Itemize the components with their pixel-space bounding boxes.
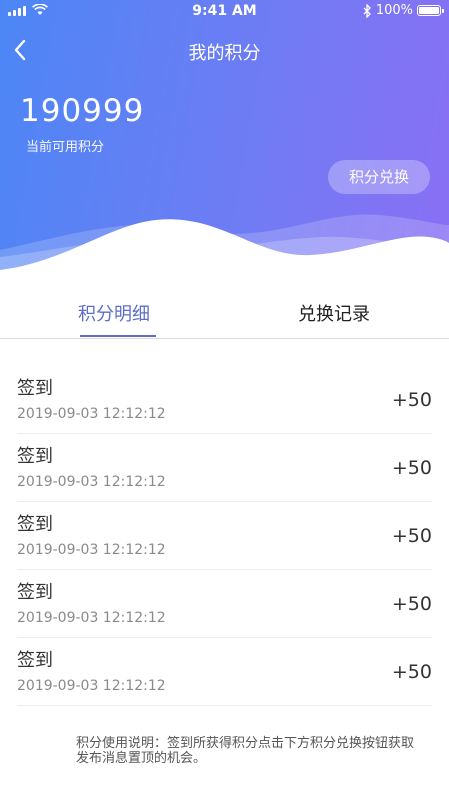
record-points: +50 <box>391 525 432 547</box>
tab-exchange-records[interactable]: 兑换记录 <box>298 300 370 326</box>
record-time: 2019-09-03 12:12:12 <box>17 406 166 422</box>
points-header: 9:41 AM 100% 我的积分 190999 当前可用积分 积分兑换 <box>0 0 449 290</box>
record-points: +50 <box>391 457 432 479</box>
tab-points-detail[interactable]: 积分明细 <box>78 300 150 326</box>
list-item[interactable]: 签到 2019-09-03 12:12:12 +50 <box>17 434 432 502</box>
list-item[interactable]: 签到 2019-09-03 12:12:12 +50 <box>17 570 432 638</box>
list-item[interactable]: 签到 2019-09-03 12:12:12 +50 <box>17 502 432 570</box>
record-time: 2019-09-03 12:12:12 <box>17 542 166 558</box>
record-points: +50 <box>391 661 432 683</box>
bluetooth-icon <box>363 3 371 18</box>
record-title: 签到 <box>17 582 53 603</box>
record-title: 签到 <box>17 514 53 535</box>
nav-bar: 我的积分 <box>0 30 449 70</box>
tab-bar: 积分明细 兑换记录 <box>0 290 449 339</box>
battery-percent: 100% <box>375 3 413 18</box>
list-item[interactable]: 签到 2019-09-03 12:12:12 +50 <box>17 366 432 434</box>
wave-decoration <box>0 214 449 290</box>
points-usage-note: 积分使用说明：签到所获得积分点击下方积分兑换按钮获取发布消息置顶的机会。 <box>76 736 415 766</box>
page-title: 我的积分 <box>188 43 261 64</box>
record-title: 签到 <box>17 446 53 467</box>
active-tab-indicator <box>80 335 156 337</box>
points-exchange-button[interactable]: 积分兑换 <box>328 160 430 194</box>
record-time: 2019-09-03 12:12:12 <box>17 610 166 626</box>
record-time: 2019-09-03 12:12:12 <box>17 678 166 694</box>
list-item[interactable]: 签到 2019-09-03 12:12:12 +50 <box>17 638 432 706</box>
points-record-list: 签到 2019-09-03 12:12:12 +50 签到 2019-09-03… <box>17 366 432 706</box>
points-balance: 190999 <box>20 93 145 129</box>
record-points: +50 <box>391 593 432 615</box>
battery-fill <box>419 7 439 14</box>
record-title: 签到 <box>17 650 53 671</box>
record-title: 签到 <box>17 378 53 399</box>
status-bar: 9:41 AM 100% <box>0 0 449 24</box>
battery-icon <box>417 5 444 16</box>
status-right: 100% <box>363 3 444 18</box>
record-time: 2019-09-03 12:12:12 <box>17 474 166 490</box>
points-balance-label: 当前可用积分 <box>26 140 105 155</box>
record-points: +50 <box>391 389 432 411</box>
